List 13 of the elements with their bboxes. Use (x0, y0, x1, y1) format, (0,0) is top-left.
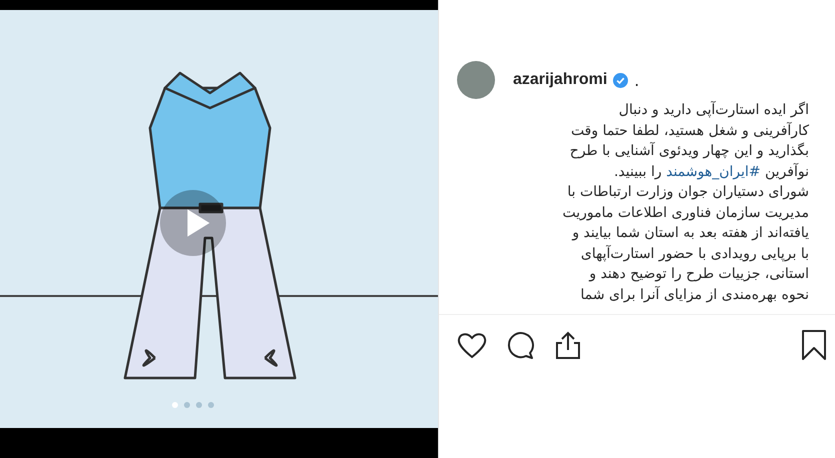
carousel-dot[interactable] (172, 402, 178, 408)
post-caption: اگر ایده استارت‌آپی دارید و دنبال کارآفرینی و شغل هستید، لطفا حتما وقت بگذارید و این چهار ویدئوی آشنایی با طرح نوآفرین #ایران_هوشمند را ببینید. شورای دستیاران جوان وزارت ارتباطات با مدیریت سازمان فناوری اطلاعات ماموریت یافته‌اند از هفته بعد به استان شما بیایند و با برپایی رویدادی با حضور استارت‌آپهای استانی، جزییات طرح را توضیح دهند و نحوه بهره‌مندی از مزایای آنرا برای شما (562, 100, 809, 304)
hashtag-link[interactable]: #ایران_هوشمند (666, 164, 761, 180)
heart-icon[interactable] (457, 331, 487, 359)
separator-dot: . (634, 70, 640, 90)
carousel-dot[interactable] (184, 402, 190, 408)
carousel-dot[interactable] (208, 402, 214, 408)
avatar[interactable] (457, 61, 495, 99)
carousel-dot[interactable] (196, 402, 202, 408)
username[interactable]: azarijahromi (513, 71, 608, 89)
share-icon[interactable] (553, 330, 583, 360)
bookmark-icon[interactable] (801, 329, 827, 361)
speech-bubble-icon[interactable] (505, 330, 535, 360)
